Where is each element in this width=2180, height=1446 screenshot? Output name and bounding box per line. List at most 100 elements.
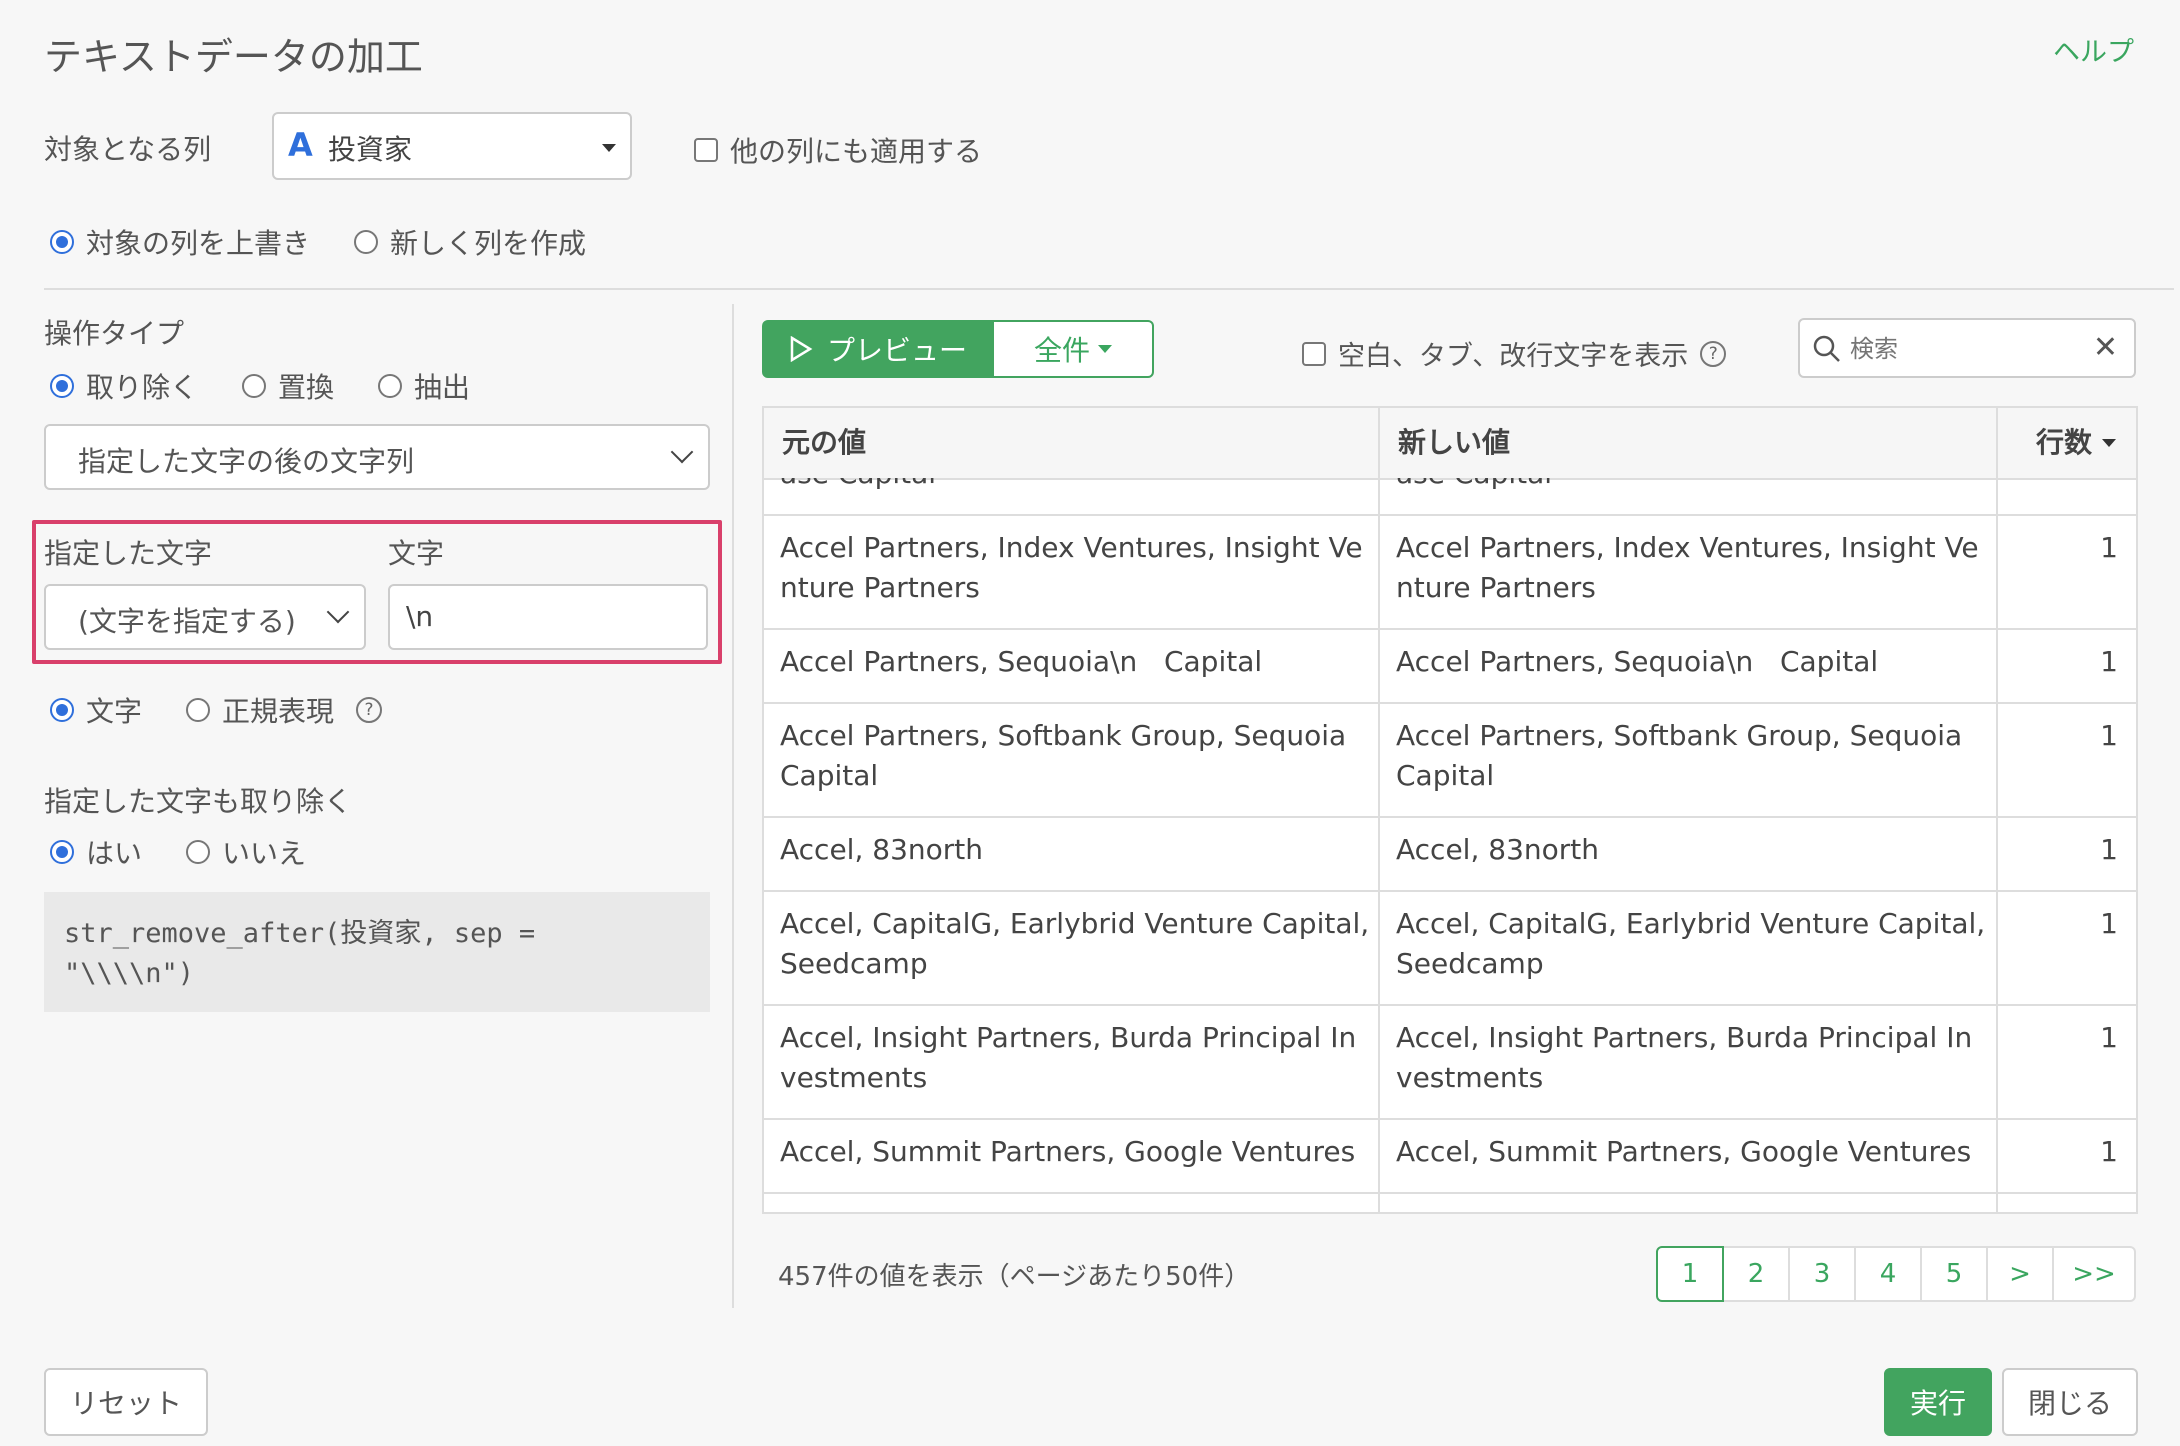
chevron-down-icon	[326, 600, 350, 624]
cell-count: 1	[2100, 1021, 2118, 1054]
table-row: Accel, CapitalG, Earlybrid Venture Capit…	[764, 890, 2136, 1006]
all-rows-label: 全件	[1033, 334, 1090, 367]
apply-other-checkbox[interactable]	[694, 138, 718, 162]
remove-mode-select[interactable]: 指定した文字の後の文字列	[44, 424, 710, 490]
help-link[interactable]: ヘルプ	[2053, 30, 2134, 69]
cell-count: 1	[2100, 907, 2118, 940]
preview-label: プレビュー	[826, 334, 967, 367]
all-rows-button[interactable]: 全件	[994, 320, 1154, 378]
extract-option[interactable]: 抽出	[378, 366, 470, 406]
overwrite-option[interactable]: 対象の列を上書き	[50, 222, 310, 262]
table-row: Accel Partners, Index Ventures, Insight …	[764, 514, 2136, 630]
no-option[interactable]: いいえ	[186, 832, 306, 872]
caret-down-icon	[2102, 439, 2117, 447]
page-2[interactable]: 2	[1724, 1246, 1790, 1302]
last-page[interactable]: >>	[2054, 1246, 2136, 1302]
preview-button-group: プレビュー 全件	[762, 320, 1154, 378]
page-5[interactable]: 5	[1922, 1246, 1988, 1302]
cell-new: Accel, 83north	[1396, 833, 1599, 866]
header-new[interactable]: 新しい値	[1398, 408, 1510, 478]
string-type-icon: A	[288, 126, 313, 164]
cell-new: Accel, Insight Partners, Burda Principal…	[1396, 1021, 1973, 1094]
code-preview: str_remove_after(投資家, sep = "\\\\n")	[44, 892, 710, 1012]
table-row: Accel Partners, Sequoia\n Capital Accel …	[764, 628, 2136, 704]
run-button[interactable]: 実行	[1884, 1368, 1992, 1436]
next-page[interactable]: >	[1988, 1246, 2054, 1302]
apply-other-columns[interactable]: 他の列にも適用する	[694, 130, 982, 170]
include-char-label: 指定した文字も取り除く	[44, 785, 353, 818]
spec-char-select[interactable]: (文字を指定する)	[44, 584, 366, 650]
yes-label: はい	[86, 837, 143, 870]
no-radio[interactable]	[186, 840, 210, 864]
search-icon	[1813, 335, 1840, 362]
cell-original: Accel, Insight Partners, Burda Principal…	[780, 1021, 1357, 1094]
preview-button[interactable]: プレビュー	[762, 320, 994, 378]
new-column-radio[interactable]	[354, 230, 378, 254]
literal-option[interactable]: 文字	[50, 690, 142, 730]
show-whitespace-checkbox[interactable]	[1302, 341, 1326, 366]
result-summary: 457件の値を表示（ページあたり50件）	[778, 1262, 1251, 1292]
code-line-1: str_remove_after(投資家, sep =	[64, 918, 536, 949]
extract-radio[interactable]	[378, 374, 402, 398]
cell-new: Accel, CapitalG, Earlybrid Venture Capit…	[1396, 907, 1986, 980]
yes-option[interactable]: はい	[50, 832, 142, 872]
close-button[interactable]: 閉じる	[2002, 1368, 2138, 1436]
spec-char-value: (文字を指定する)	[78, 605, 296, 638]
regex-radio[interactable]	[186, 698, 210, 722]
literal-radio[interactable]	[50, 698, 74, 722]
dialog-title: テキストデータの加工	[44, 35, 423, 79]
cell-count: 1	[2100, 645, 2118, 678]
show-whitespace-label: 空白、タブ、改行文字を表示	[1338, 341, 1689, 372]
cell-count: 1	[2100, 1135, 2118, 1168]
show-whitespace-option[interactable]: 空白、タブ、改行文字を表示 ?	[1302, 334, 1727, 373]
yes-radio[interactable]	[50, 840, 74, 864]
new-column-option[interactable]: 新しく列を作成	[354, 222, 586, 262]
reset-button[interactable]: リセット	[44, 1368, 208, 1436]
operation-type-label: 操作タイプ	[44, 317, 185, 350]
extract-label: 抽出	[414, 371, 471, 404]
help-question-icon[interactable]: ?	[1700, 340, 1727, 367]
regex-option[interactable]: 正規表現 ?	[186, 690, 383, 730]
cell-original: ase Capital	[780, 478, 1370, 494]
cell-count: 1	[2100, 719, 2118, 752]
spec-char-label: 指定した文字	[44, 537, 213, 570]
new-column-label: 新しく列を作成	[390, 227, 587, 260]
help-question-icon[interactable]: ?	[356, 697, 383, 723]
table-row: Accel, 83north Accel, 83north 1	[764, 816, 2136, 892]
replace-label: 置換	[278, 371, 335, 404]
cell-original: Accel Partners, Index Ventures, Insight …	[780, 531, 1363, 604]
search-input[interactable]	[1848, 330, 2082, 368]
target-column-value: 投資家	[328, 133, 413, 166]
table-row: Accel, Insight Partners, Burda Principal…	[764, 1004, 2136, 1120]
apply-other-label: 他の列にも適用する	[730, 135, 983, 168]
table-row: Accel, Summit Partners, Google Ventures …	[764, 1118, 2136, 1194]
remove-radio[interactable]	[50, 374, 74, 398]
page-1[interactable]: 1	[1656, 1246, 1724, 1302]
cell-new: ase Capital	[1396, 478, 1986, 494]
overwrite-radio[interactable]	[50, 230, 74, 254]
table-header: 元の値 新しい値 行数	[764, 408, 2136, 480]
cell-count: 1	[2100, 531, 2118, 564]
target-column-select[interactable]: A 投資家	[272, 112, 632, 180]
replace-option[interactable]: 置換	[242, 366, 334, 406]
chevron-down-icon	[670, 440, 694, 464]
literal-label: 文字	[86, 695, 143, 728]
page-4[interactable]: 4	[1856, 1246, 1922, 1302]
preview-table: 元の値 新しい値 行数 ase Capital ase Capital Acce…	[762, 406, 2138, 1214]
clear-icon[interactable]: ✕	[2093, 330, 2118, 365]
replace-radio[interactable]	[242, 374, 266, 398]
char-label: 文字	[388, 537, 445, 570]
cell-original: Accel, 83north	[780, 833, 983, 866]
cell-original: Accel, Summit Partners, Google Ventures	[780, 1135, 1356, 1168]
cell-new: Accel, Summit Partners, Google Ventures	[1396, 1135, 1972, 1168]
header-original[interactable]: 元の値	[782, 408, 866, 478]
divider	[44, 288, 2174, 290]
search-box[interactable]: ✕	[1798, 318, 2136, 378]
cell-original: Accel Partners, Sequoia\n Capital	[780, 645, 1263, 678]
caret-down-icon	[602, 144, 616, 152]
page-3[interactable]: 3	[1790, 1246, 1856, 1302]
remove-option[interactable]: 取り除く	[50, 366, 198, 406]
cell-original: Accel Partners, Softbank Group, Sequoia …	[780, 719, 1347, 792]
char-input[interactable]: \n	[388, 584, 708, 650]
header-count[interactable]: 行数	[2036, 408, 2117, 478]
